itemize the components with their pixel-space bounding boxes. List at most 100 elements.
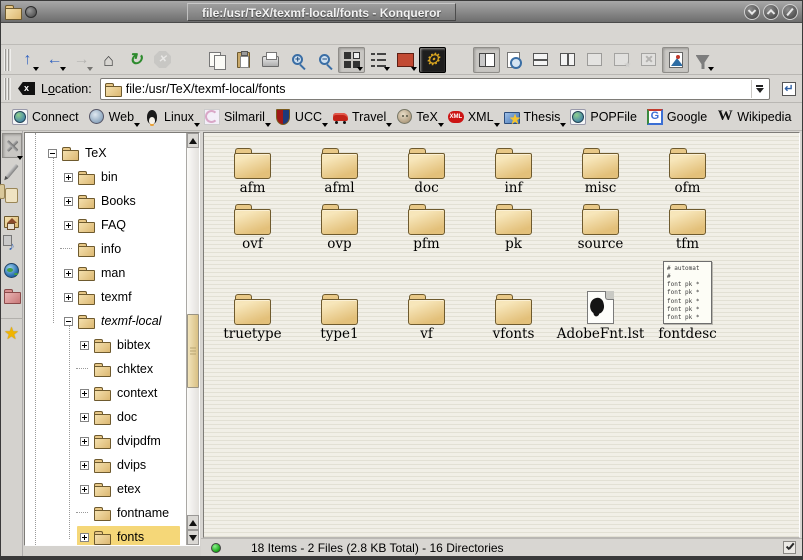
- sidebar-toggle-button[interactable]: [473, 47, 500, 73]
- scrollbar-thumb[interactable]: [187, 314, 199, 388]
- bookmark-popfile[interactable]: POPFile: [565, 107, 642, 127]
- minimize-button[interactable]: [744, 4, 760, 20]
- back-button[interactable]: ←: [41, 47, 68, 73]
- scroll-up-button[interactable]: [187, 133, 199, 148]
- sidebar-home-button[interactable]: [2, 208, 22, 233]
- icon-view-button[interactable]: [338, 47, 365, 73]
- tree-expander[interactable]: [64, 293, 73, 302]
- tree-item-bin[interactable]: bin: [25, 165, 186, 189]
- tree-expander[interactable]: [64, 173, 73, 182]
- bookmark-xml[interactable]: XML XML: [443, 107, 499, 127]
- sidebar-pen-button[interactable]: [2, 158, 22, 183]
- file-ovf[interactable]: ovf: [209, 196, 296, 252]
- bookmark-ucc[interactable]: UCC: [270, 107, 327, 127]
- toolbar-grip[interactable]: [4, 49, 11, 71]
- bookmark-tex[interactable]: TeX: [391, 107, 443, 127]
- sidebar-services-button[interactable]: ♪: [2, 233, 22, 258]
- bookmark-web[interactable]: Web: [84, 107, 139, 127]
- tree-item-doc[interactable]: doc: [25, 405, 186, 429]
- close-button[interactable]: [782, 4, 798, 20]
- tree-expander[interactable]: [80, 485, 89, 494]
- tree-item-faq[interactable]: FAQ: [25, 213, 186, 237]
- copy-button[interactable]: [203, 47, 230, 73]
- image-preview-button[interactable]: [662, 47, 689, 73]
- sticky-button[interactable]: [25, 6, 37, 18]
- close-tab-button[interactable]: [635, 47, 662, 73]
- bookmark-linux[interactable]: Linux: [139, 107, 199, 127]
- find-file-button[interactable]: [500, 47, 527, 73]
- tree-expander[interactable]: [80, 461, 89, 470]
- clear-location-icon[interactable]: x: [18, 82, 35, 95]
- home-button[interactable]: ⌂: [95, 47, 122, 73]
- tree-item-info[interactable]: info: [25, 237, 186, 261]
- zoom-in-button[interactable]: +: [284, 47, 311, 73]
- go-button[interactable]: ↵: [778, 78, 800, 100]
- file-type1[interactable]: type1: [296, 252, 383, 342]
- tree-item-books[interactable]: Books: [25, 189, 186, 213]
- close-view-button[interactable]: [581, 47, 608, 73]
- file-ovp[interactable]: ovp: [296, 196, 383, 252]
- file-tfm[interactable]: tfm: [644, 196, 731, 252]
- bookmark-silmaril[interactable]: Silmaril: [199, 107, 270, 127]
- tree-item-context[interactable]: context: [25, 381, 186, 405]
- scroll-down-button[interactable]: [187, 530, 199, 545]
- file-doc[interactable]: doc: [383, 139, 470, 196]
- file-afm[interactable]: afm: [209, 139, 296, 196]
- tree-expander[interactable]: [64, 245, 73, 254]
- file-misc[interactable]: misc: [557, 139, 644, 196]
- up-button[interactable]: ↑: [14, 47, 41, 73]
- tree-item-man[interactable]: man: [25, 261, 186, 285]
- tree-expander[interactable]: [80, 437, 89, 446]
- status-check-icon[interactable]: [783, 541, 796, 554]
- tree-expander[interactable]: [64, 221, 73, 230]
- bookmarks-overflow-chevron[interactable]: »: [796, 109, 803, 125]
- file-fontdesc[interactable]: # automat#font pk *font pk *font pk *fon…: [644, 252, 731, 342]
- tree-expander[interactable]: [80, 413, 89, 422]
- tree-expander[interactable]: [64, 317, 73, 326]
- tree-item-texmf-local[interactable]: texmf-local: [25, 309, 186, 333]
- bookmark-wikipedia[interactable]: W Wikipedia: [712, 107, 796, 127]
- bookmark-google[interactable]: G Google: [642, 107, 712, 127]
- tree-expander[interactable]: [80, 509, 89, 518]
- sidebar-root-button[interactable]: [2, 283, 22, 308]
- scrollbar-track[interactable]: [187, 148, 199, 515]
- file-source[interactable]: source: [557, 196, 644, 252]
- file-truetype[interactable]: truetype: [209, 252, 296, 342]
- tree-expander[interactable]: [80, 365, 89, 374]
- sidebar-history-button[interactable]: [2, 183, 22, 208]
- forward-button[interactable]: →: [68, 47, 95, 73]
- tree-item-bibtex[interactable]: bibtex: [25, 333, 186, 357]
- cut-button[interactable]: [176, 47, 203, 73]
- kde-gear-button[interactable]: ⚙: [419, 47, 446, 73]
- file-afml[interactable]: afml: [296, 139, 383, 196]
- location-dropdown-arrow[interactable]: [751, 80, 767, 98]
- tree-item-dvips[interactable]: dvips: [25, 453, 186, 477]
- file-inf[interactable]: inf: [470, 139, 557, 196]
- file-adobefnt-lst[interactable]: AdobeFnt.lst: [557, 252, 644, 342]
- tree-item-fonts[interactable]: fonts: [25, 525, 186, 546]
- maximize-button[interactable]: [763, 4, 779, 20]
- filter-button[interactable]: [689, 47, 716, 73]
- file-pfm[interactable]: pfm: [383, 196, 470, 252]
- tree-expander[interactable]: [80, 533, 89, 542]
- tree-item-dvipdfm[interactable]: dvipdfm: [25, 429, 186, 453]
- new-tab-button[interactable]: [608, 47, 635, 73]
- file-ofm[interactable]: ofm: [644, 139, 731, 196]
- sidebar-bookmarks-button[interactable]: ★: [1, 318, 23, 346]
- sidebar-network-button[interactable]: [2, 258, 22, 283]
- bookmark-travel[interactable]: Travel: [327, 107, 391, 127]
- print-button[interactable]: [257, 47, 284, 73]
- paste-button[interactable]: [230, 47, 257, 73]
- file-vfonts[interactable]: vfonts: [470, 252, 557, 342]
- tree-scrollbar[interactable]: [186, 133, 199, 545]
- tree-expander[interactable]: [64, 269, 73, 278]
- tree-expander[interactable]: [80, 341, 89, 350]
- file-vf[interactable]: vf: [383, 252, 470, 342]
- list-view-button[interactable]: [365, 47, 392, 73]
- tree-expander[interactable]: [64, 197, 73, 206]
- zoom-out-button[interactable]: −: [311, 47, 338, 73]
- file-view[interactable]: afm afml: [203, 132, 800, 538]
- bookmark-thesis[interactable]: Thesis: [499, 107, 566, 127]
- tree-expander[interactable]: [80, 389, 89, 398]
- sidebar-config-button[interactable]: [2, 133, 22, 158]
